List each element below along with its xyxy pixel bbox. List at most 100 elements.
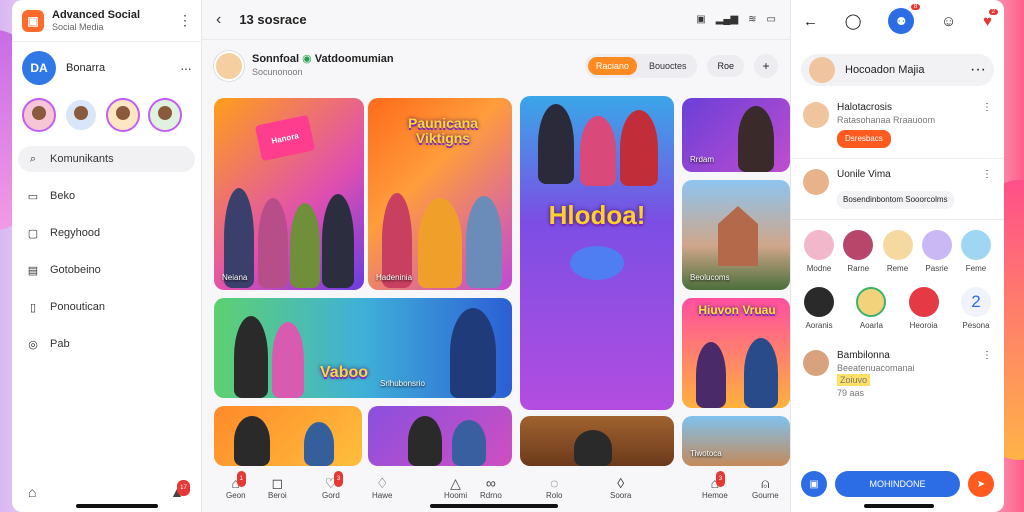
sidebar-item-regyhood[interactable]: ▢ Regyhood <box>18 220 195 246</box>
conversation-card[interactable]: Hocoadon Majia ··· <box>801 54 994 86</box>
app-subtitle: Social Media <box>52 21 104 32</box>
list-item[interactable]: Bambilonna Beeatenuacomanai Zoiuvo 79 aa… <box>791 340 1004 409</box>
contact-avatar[interactable]: Feme <box>960 230 992 273</box>
contact-avatar[interactable]: Aoranis <box>803 287 835 330</box>
person-figure <box>580 116 616 186</box>
feed-tile[interactable]: Beolucoms <box>682 180 790 290</box>
cast-icon: ▣ <box>696 14 706 25</box>
group-icon[interactable]: ⚉ 8 <box>888 4 921 34</box>
feed-tile[interactable] <box>520 416 674 466</box>
profile-row[interactable]: DA Bonarra ··· <box>12 42 201 94</box>
nav-item-beroi[interactable]: ◻ Beroi <box>268 475 287 500</box>
more-vertical-icon[interactable]: ⋮ <box>982 350 992 399</box>
send-icon[interactable]: ➤ <box>968 471 994 497</box>
emoji-icon[interactable]: ☺ <box>941 13 956 30</box>
camera-icon[interactable]: ▣ <box>801 471 827 497</box>
feed-tile[interactable]: Rrdam <box>682 98 790 172</box>
feed-tile[interactable]: Hanora Neiana <box>214 98 364 290</box>
contact-avatar[interactable]: 2 Pesona <box>960 287 992 330</box>
avatar <box>882 230 913 260</box>
contact-name: Rarne <box>847 264 870 273</box>
contact-avatar[interactable]: Aoarla <box>855 287 887 330</box>
nav-item-rolo[interactable]: ◌ Rolo <box>546 475 562 500</box>
more-vertical-icon[interactable]: ⋮ <box>982 169 992 209</box>
story-avatar[interactable] <box>64 98 98 132</box>
chat-bubble-icon[interactable]: ◯ <box>845 12 862 30</box>
sidebar-item-ponoutican[interactable]: ▯ Ponoutican <box>18 294 195 320</box>
sidebar-item-pab[interactable]: ◎ Pab <box>18 331 195 357</box>
segment-control: Raciano Bouoctes <box>584 54 698 78</box>
feed-tile[interactable]: Tiwotoca <box>682 416 790 466</box>
feed-tile[interactable] <box>214 406 362 466</box>
feed-tile[interactable]: Hiuvon Vruau <box>682 298 790 408</box>
nav-item-geon[interactable]: ⌂ 1 Geon <box>226 471 247 500</box>
sidebar-item-label: Pab <box>50 338 70 350</box>
nav-label: Gord <box>322 491 340 500</box>
more-vertical-icon[interactable]: ⋮ <box>178 12 192 29</box>
add-button[interactable]: + <box>754 54 778 78</box>
contact-avatar[interactable]: Rarne <box>842 230 874 273</box>
person-figure <box>738 106 774 172</box>
tile-caption: Neiana <box>222 273 248 282</box>
contact-name: Pesona <box>962 321 990 330</box>
nav-item-gord[interactable]: ♡ 3 Gord <box>322 471 344 500</box>
contact-avatar[interactable]: Heoroia <box>908 287 940 330</box>
tile-headline: Paunicana Viktigns <box>407 115 479 146</box>
story-avatar[interactable] <box>22 98 56 132</box>
feed-tile-wide[interactable]: Vaboo Srlhubonsrio <box>214 298 512 398</box>
story-avatar[interactable] <box>148 98 182 132</box>
tile-caption: Tiwotoca <box>690 449 722 458</box>
creator-bar: Sonnfoal ◉ Vatdoomumian Socunonoon Racia… <box>202 40 790 92</box>
person-figure <box>744 338 778 408</box>
app-title: Advanced Social <box>52 8 141 21</box>
story-avatar[interactable] <box>106 98 140 132</box>
nav-item-rdrno[interactable]: ∞ Rdrno <box>480 475 502 500</box>
avatar[interactable]: DA <box>22 51 56 85</box>
nav-item-hawe[interactable]: ♢ Hawe <box>372 475 392 500</box>
contact-avatar[interactable]: Reme <box>882 230 914 273</box>
contact-avatar[interactable]: Modne <box>803 230 835 273</box>
nav-label: Gourne <box>752 491 779 500</box>
more-button[interactable]: Roe <box>707 55 744 77</box>
count-avatar: 2 <box>960 287 991 317</box>
message-icon: ◻ <box>271 475 284 491</box>
person-figure <box>304 422 334 466</box>
profile-name: Bonarra <box>66 62 106 74</box>
battery-icon: ▭ <box>766 14 776 25</box>
sidebar-item-label: Ponoutican <box>50 301 106 313</box>
notification-badge: 2 <box>988 8 998 15</box>
entry-tag[interactable]: Dsresbacs <box>837 130 891 148</box>
document-icon: ▭ <box>27 190 39 203</box>
more-horizontal-icon[interactable]: ··· <box>180 60 192 76</box>
sidebar-item-search[interactable]: ⌕ Komunikants <box>18 146 195 172</box>
entry-name: Uonile Vima <box>837 169 891 180</box>
contact-avatar[interactable]: Pasrie <box>921 230 953 273</box>
nav-item-gourne[interactable]: ⍝ Gourne <box>752 475 779 500</box>
nav-item-hemoe[interactable]: ⌂ 3 Hemoe <box>702 471 728 500</box>
list-item[interactable]: Halotacrosis Ratasohanaa Rraauoom Dsresb… <box>791 92 1004 159</box>
creator-avatar[interactable] <box>214 51 244 81</box>
nav-label: Rdrno <box>480 491 502 500</box>
heart-icon[interactable]: ♥ 2 <box>983 8 998 30</box>
nav-item-soora[interactable]: ◊ Soora <box>610 475 631 500</box>
more-horizontal-icon[interactable]: ··· <box>970 61 986 79</box>
nav-item-notifications[interactable]: ▲17 <box>170 480 190 500</box>
more-vertical-icon[interactable]: ⋮ <box>982 102 992 148</box>
sidebar-item-beko[interactable]: ▭ Beko <box>18 183 195 209</box>
list-item[interactable]: Uonile Vima Bosendinbontom Sooorcolms ⋮ <box>791 159 1004 220</box>
segment-option[interactable]: Raciano <box>587 57 637 75</box>
feed-tile[interactable] <box>368 406 512 466</box>
building-shape <box>718 206 758 266</box>
nav-item-hoomi[interactable]: △ Hoomi <box>444 475 467 500</box>
cartoon-character <box>570 246 624 280</box>
feed-tile-featured[interactable]: Hlodoa! <box>520 96 674 410</box>
sidebar-item-gotobeino[interactable]: ▤ Gotobeino <box>18 257 195 283</box>
segment-option[interactable]: Bouoctes <box>641 57 695 75</box>
feed-tile[interactable]: Paunicana Viktigns Hadeninia <box>368 98 512 290</box>
nav-item-home[interactable]: ⌂ <box>28 484 36 500</box>
back-arrow-icon[interactable]: ← <box>803 13 818 30</box>
primary-button[interactable]: MOHINDONE <box>835 471 960 497</box>
back-arrow-icon[interactable]: ‹ <box>216 11 221 29</box>
page-title: 13 sosrace <box>239 12 307 27</box>
right-panel: ← ◯ ⚉ 8 ☺ ♥ 2 Hocoadon Majia ··· Halotacro… <box>790 0 1004 512</box>
